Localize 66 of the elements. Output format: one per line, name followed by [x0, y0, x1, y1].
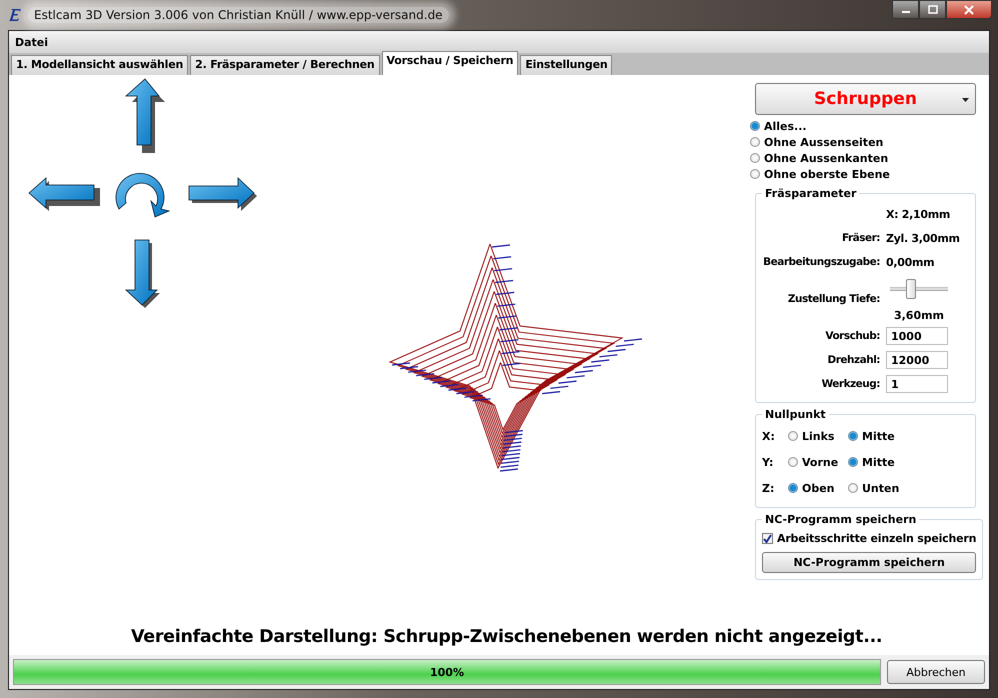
radio-option[interactable]: Unten: [848, 480, 900, 496]
checkbox-option[interactable]: Arbeitsschritte einzeln speichern: [762, 528, 976, 548]
rotate-icon[interactable]: [116, 172, 170, 218]
tab[interactable]: Einstellungen: [520, 55, 612, 75]
param-value: X: 2,10mm: [886, 208, 950, 220]
up-arrow-icon[interactable]: [124, 78, 165, 153]
tab[interactable]: Vorschau / Speichern: [382, 51, 518, 75]
caret-icon: [962, 98, 969, 102]
param-value: 0,00mm: [886, 256, 934, 268]
param-label: Fräser:: [840, 232, 881, 244]
down-arrow-icon[interactable]: [124, 240, 160, 308]
radio-label: Ohne Aussenkanten: [764, 152, 888, 164]
group-title: Fräsparameter: [764, 187, 858, 200]
close-icon: [964, 4, 974, 14]
window-title: Estlcam 3D Version 3.006 von Christian Knüll / www.epp-versand.de: [28, 7, 449, 23]
checkbox[interactable]: [762, 532, 773, 544]
checkbox-label: Arbeitsschritte einzeln speichern: [777, 532, 976, 544]
radio-label: Alles...: [764, 120, 807, 132]
radio-option[interactable]: Alles...: [750, 118, 976, 134]
param-label: Bearbeitungszugabe:: [762, 256, 881, 268]
radio-label: Mitte: [862, 430, 895, 442]
radio-option[interactable]: Ohne oberste Ebene: [750, 166, 976, 182]
radio-option[interactable]: Links: [788, 428, 840, 444]
app-logo-icon: [8, 8, 22, 22]
param-label: Werkzeug:: [820, 378, 881, 390]
input-field[interactable]: 1000: [886, 327, 948, 345]
left-arrow-icon[interactable]: [28, 177, 100, 211]
tab[interactable]: 1. Modellansicht auswählen: [11, 55, 188, 75]
param-value: Zyl. 3,00mm: [886, 232, 960, 244]
input-field[interactable]: 12000: [886, 351, 948, 369]
status-message: Vereinfachte Darstellung: Schrupp-Zwischenebenen werden nicht angezeigt...: [131, 627, 882, 647]
axis-label: Z:: [762, 482, 776, 494]
radio-option[interactable]: Oben: [788, 480, 840, 496]
param-label: Drehzahl:: [826, 354, 881, 366]
radio-label: Ohne oberste Ebene: [764, 168, 890, 180]
group-title: Nullpunkt: [764, 408, 827, 421]
radio-option[interactable]: Ohne Aussenseiten: [750, 134, 976, 150]
axis-label: Y:: [762, 456, 774, 468]
radio-option[interactable]: Ohne Aussenkanten: [750, 150, 976, 166]
radio-option[interactable]: Mitte: [848, 428, 900, 444]
radio-label: Links: [802, 430, 834, 442]
radio-label: Mitte: [862, 456, 895, 468]
radio-label: Oben: [802, 482, 835, 494]
menu-item[interactable]: Datei: [13, 36, 50, 48]
slider-thumb[interactable]: [906, 278, 916, 298]
close-button[interactable]: [946, 0, 992, 19]
group-title: NC-Programm speichern: [764, 513, 918, 526]
param-label: Vorschub:: [824, 330, 881, 342]
radio-label: Ohne Aussenseiten: [764, 136, 884, 148]
radio-option[interactable]: Mitte: [848, 454, 900, 470]
tab[interactable]: 2. Fräsparameter / Berechnen: [190, 55, 380, 75]
minimize-button[interactable]: [892, 0, 919, 19]
param-label: Zustellung Tiefe:: [786, 293, 881, 305]
maximize-icon: [928, 5, 938, 14]
input-field[interactable]: 1: [886, 375, 948, 393]
progress-text: 100%: [430, 666, 464, 678]
maximize-button[interactable]: [919, 0, 946, 19]
radio-option[interactable]: Vorne: [788, 454, 840, 470]
radio-label: Vorne: [802, 456, 838, 468]
cancel-button[interactable]: Abbrechen: [887, 660, 985, 684]
checkmark-icon: [763, 534, 772, 542]
save-program-button[interactable]: NC-Programm speichern: [762, 552, 976, 573]
axis-label: X:: [762, 430, 776, 442]
right-arrow-icon[interactable]: [188, 177, 257, 211]
param-value: 3,60mm: [894, 308, 944, 322]
radio-label: Unten: [862, 482, 900, 494]
